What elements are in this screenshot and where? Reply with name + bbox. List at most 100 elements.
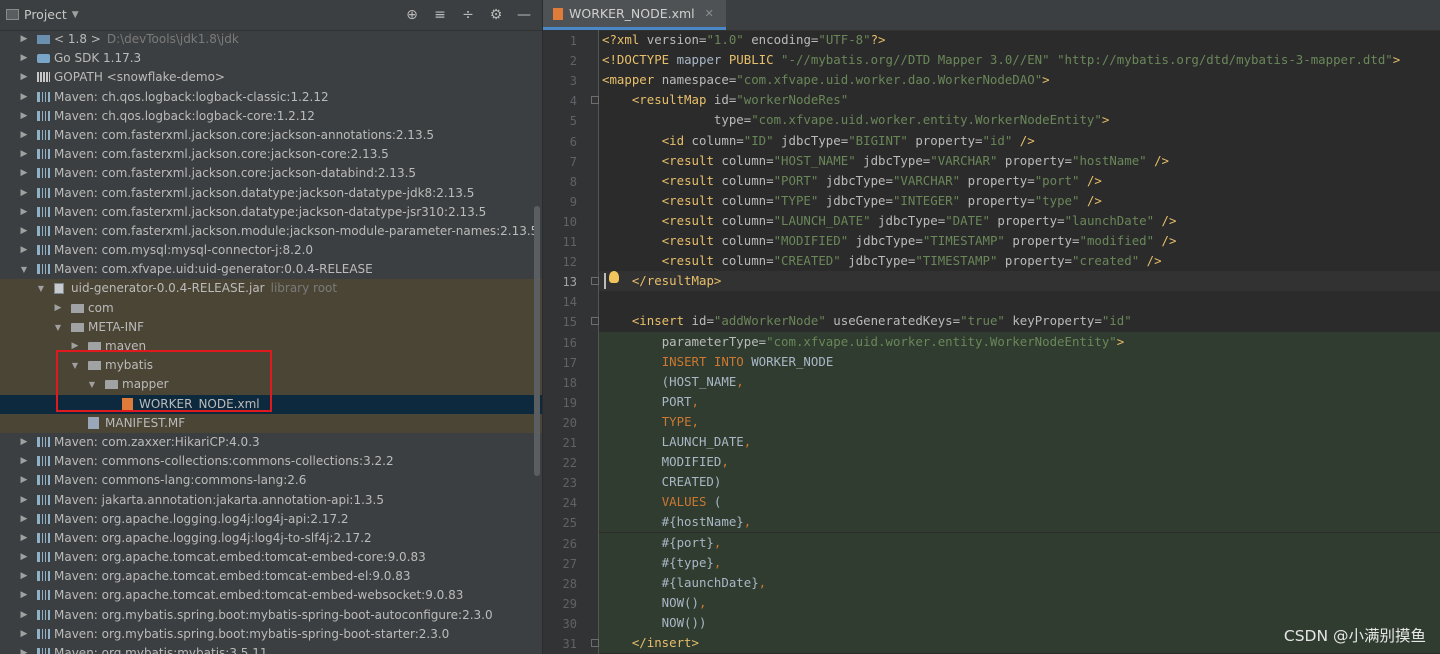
code-line[interactable]: #{launchDate}, (599, 572, 1440, 593)
tree-row[interactable]: ▼ uid-generator-0.0.4-RELEASE.jar library … (0, 279, 542, 299)
chevron-right-icon[interactable]: ▶ (19, 433, 29, 452)
code-line[interactable]: NOW(), (599, 592, 1440, 613)
code-line[interactable]: PORT, (599, 391, 1440, 412)
code-line[interactable]: INSERT INTO WORKER_NODE (599, 351, 1440, 372)
chevron-right-icon[interactable]: ▶ (19, 452, 29, 471)
chevron-right-icon[interactable]: ▶ (19, 644, 29, 654)
tree-row[interactable]: ▶ Maven: com.mysql:mysql-connector-j:8.2.… (0, 241, 542, 260)
code-line[interactable]: #{port}, (599, 532, 1440, 553)
collapse-all-icon[interactable]: ÷ (460, 7, 476, 23)
tree-row[interactable]: ▶ Maven: com.zaxxer:HikariCP:4.0.3 (0, 433, 542, 452)
chevron-right-icon[interactable]: ▶ (19, 241, 29, 260)
tree-row[interactable]: WORKER_NODE.xml (0, 394, 542, 414)
tree-row[interactable]: ▶ Maven: org.apache.tomcat.embed:tomcat-e… (0, 586, 542, 605)
tree-row[interactable]: MANIFEST.MF (0, 413, 542, 433)
tree-row[interactable]: ▶ Maven: org.apache.tomcat.embed:tomcat-e… (0, 548, 542, 567)
chevron-right-icon[interactable]: ▶ (19, 126, 29, 145)
chevron-right-icon[interactable]: ▶ (19, 510, 29, 529)
chevron-right-icon[interactable]: ▶ (19, 30, 29, 49)
fold-marker-icon[interactable] (591, 317, 599, 326)
code-line[interactable] (599, 291, 1440, 311)
code-line[interactable]: MODIFIED, (599, 452, 1440, 473)
lightbulb-icon[interactable] (609, 271, 619, 283)
chevron-right-icon[interactable]: ▶ (19, 625, 29, 644)
code-line[interactable]: #{type}, (599, 552, 1440, 573)
code-line[interactable]: <id column="ID" jdbcType="BIGINT" proper… (599, 131, 1440, 151)
code-line[interactable]: parameterType="com.xfvape.uid.worker.ent… (599, 331, 1440, 352)
chevron-right-icon[interactable]: ▶ (19, 184, 29, 203)
tree-row[interactable]: ▼ META-INF (0, 317, 542, 337)
tree-row[interactable]: ▶ Maven: org.apache.tomcat.embed:tomcat-e… (0, 567, 542, 586)
close-icon[interactable]: ✕ (705, 7, 714, 20)
code-line[interactable]: <?xml version="1.0" encoding="UTF-8"?> (599, 30, 1440, 50)
fold-marker-icon[interactable] (591, 96, 599, 105)
chevron-right-icon[interactable]: ▶ (19, 548, 29, 567)
tree-row[interactable]: ▶ Maven: org.apache.logging.log4j:log4j-t… (0, 529, 542, 548)
tree-row[interactable]: ▼ mybatis (0, 356, 542, 376)
tree-row[interactable]: ▶ Maven: com.fasterxml.jackson.core:jacks… (0, 164, 542, 183)
chevron-right-icon[interactable]: ▶ (19, 145, 29, 164)
tree-row[interactable]: ▶ maven (0, 337, 542, 357)
chevron-right-icon[interactable]: ▶ (19, 222, 29, 241)
tree-row[interactable]: ▶ Maven: org.apache.logging.log4j:log4j-a… (0, 510, 542, 529)
code-line[interactable]: CREATED) (599, 472, 1440, 493)
tree-row[interactable]: ▶ Maven: com.fasterxml.jackson.core:jacks… (0, 126, 542, 145)
tree-row[interactable]: ▶ Maven: com.fasterxml.jackson.core:jacks… (0, 145, 542, 164)
chevron-right-icon[interactable]: ▶ (19, 567, 29, 586)
chevron-right-icon[interactable]: ▶ (19, 107, 29, 126)
tree-row[interactable]: ▼ mapper (0, 375, 542, 395)
code-line[interactable]: #{hostName}, (599, 512, 1440, 533)
tree-row[interactable]: ▶ Go SDK 1.17.3 (0, 49, 542, 68)
tree-row[interactable]: ▶ com (0, 298, 542, 318)
chevron-right-icon[interactable]: ▶ (19, 491, 29, 510)
chevron-right-icon[interactable]: ▶ (19, 529, 29, 548)
code-line[interactable]: (HOST_NAME, (599, 371, 1440, 392)
chevron-right-icon[interactable]: ▶ (19, 471, 29, 490)
expand-all-icon[interactable]: ≡ (432, 7, 448, 23)
tree-row[interactable]: ▶ Maven: jakarta.annotation:jakarta.annot… (0, 491, 542, 510)
code-line[interactable]: <result column="MODIFIED" jdbcType="TIME… (599, 231, 1440, 251)
tree-row[interactable]: ▶ Maven: org.mybatis.spring.boot:mybatis-… (0, 625, 542, 644)
code-line[interactable]: <mapper namespace="com.xfvape.uid.worker… (599, 70, 1440, 90)
tree-row[interactable]: ▼ Maven: com.xfvape.uid:uid-generator:0.0… (0, 260, 542, 279)
tab-worker-node-xml[interactable]: WORKER_NODE.xml ✕ (543, 0, 726, 30)
project-view-selector[interactable]: Project ▼ (6, 7, 79, 22)
tree-row[interactable]: ▶ Maven: ch.qos.logback:logback-classic:1… (0, 88, 542, 107)
code-line[interactable]: <result column="PORT" jdbcType="VARCHAR"… (599, 171, 1440, 191)
minimize-icon[interactable]: — (516, 7, 532, 23)
chevron-down-icon[interactable]: ▼ (70, 356, 80, 375)
code-line[interactable]: <resultMap id="workerNodeRes" (599, 90, 1440, 110)
chevron-right-icon[interactable]: ▶ (19, 88, 29, 107)
tree-row[interactable]: ▶ Maven: com.fasterxml.jackson.datatype:j… (0, 203, 542, 222)
tree-row[interactable]: ▶ Maven: commons-collections:commons-coll… (0, 452, 542, 471)
code-line[interactable]: <result column="LAUNCH_DATE" jdbcType="D… (599, 211, 1440, 231)
chevron-right-icon[interactable]: ▶ (19, 586, 29, 605)
chevron-right-icon[interactable]: ▶ (19, 164, 29, 183)
chevron-right-icon[interactable]: ▶ (53, 299, 63, 318)
code-line[interactable]: <result column="CREATED" jdbcType="TIMES… (599, 251, 1440, 271)
code-line[interactable]: <insert id="addWorkerNode" useGeneratedK… (599, 311, 1440, 331)
locate-icon[interactable]: ⊕ (404, 7, 420, 23)
gear-icon[interactable]: ⚙ (488, 7, 504, 23)
chevron-down-icon[interactable]: ▼ (19, 260, 29, 279)
chevron-right-icon[interactable]: ▶ (19, 606, 29, 625)
tree-row[interactable]: ▶ Maven: com.fasterxml.jackson.datatype:j… (0, 184, 542, 203)
tree-row[interactable]: ▶ GOPATH <snowflake-demo> (0, 68, 542, 87)
chevron-right-icon[interactable]: ▶ (70, 337, 80, 356)
code-line[interactable]: <result column="TYPE" jdbcType="INTEGER"… (599, 191, 1440, 211)
tree-row[interactable]: ▶ Maven: org.mybatis:mybatis:3.5.11 (0, 644, 542, 654)
tree-row[interactable]: ▶ Maven: org.mybatis.spring.boot:mybatis-… (0, 606, 542, 625)
code-line[interactable]: LAUNCH_DATE, (599, 432, 1440, 453)
tree-row[interactable]: ▶ Maven: ch.qos.logback:logback-core:1.2.… (0, 107, 542, 126)
code-editor[interactable]: <?xml version="1.0" encoding="UTF-8"?> <!… (599, 30, 1440, 654)
code-line[interactable]: TYPE, (599, 411, 1440, 432)
code-line[interactable]: VALUES ( (599, 492, 1440, 513)
tree-row[interactable]: ▶ Maven: commons-lang:commons-lang:2.6 (0, 471, 542, 490)
tree-row[interactable]: ▶ Maven: com.fasterxml.jackson.module:jac… (0, 222, 542, 241)
fold-marker-icon[interactable] (591, 277, 599, 286)
chevron-down-icon[interactable]: ▼ (36, 279, 46, 298)
chevron-down-icon[interactable]: ▼ (53, 318, 63, 337)
code-line[interactable]: </resultMap> (599, 271, 1440, 292)
chevron-right-icon[interactable]: ▶ (19, 49, 29, 68)
fold-marker-icon[interactable] (591, 639, 599, 647)
